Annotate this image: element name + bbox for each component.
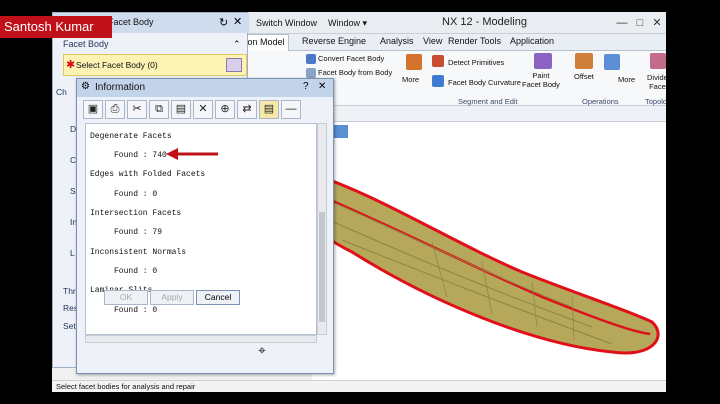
facet-body-section-header[interactable]: Facet Body bbox=[63, 39, 109, 49]
facet-body-from-body-button[interactable]: Facet Body from Body bbox=[318, 68, 392, 77]
side-label-l: L bbox=[70, 248, 75, 258]
paste-icon[interactable]: ▤ bbox=[171, 100, 191, 119]
group-segment-edit: Segment and Edit bbox=[458, 97, 518, 106]
red-arrow-annotation bbox=[166, 148, 218, 160]
graphics-viewport[interactable] bbox=[310, 122, 666, 382]
minimize-icon[interactable]: — bbox=[614, 15, 630, 31]
watermark-label: Santosh Kumar bbox=[0, 16, 112, 38]
paint-facet-body-icon bbox=[534, 53, 552, 69]
scrollbar-thumb[interactable] bbox=[319, 212, 325, 322]
gear-icon: ⚙ bbox=[81, 81, 90, 92]
more-icon-2 bbox=[604, 54, 620, 70]
cut-icon[interactable]: ✂ bbox=[127, 100, 147, 119]
more-button-1[interactable]: More bbox=[402, 75, 419, 84]
info-line-label: Intersection Facets bbox=[90, 209, 182, 218]
chevron-up-icon[interactable]: ⌃ bbox=[233, 39, 241, 50]
delete-icon[interactable]: ✕ bbox=[193, 100, 213, 119]
help-icon[interactable]: ? bbox=[303, 81, 309, 92]
ribbon-tabs: ygon Model Reverse Engine Analysis View … bbox=[234, 34, 666, 51]
convert-facet-body-icon bbox=[306, 54, 316, 64]
information-toolbar: ▣ ⎙ ✂ ⧉ ▤ ✕ ⊕ ⇄ ▤ — bbox=[79, 99, 331, 121]
replace-icon[interactable]: ⇄ bbox=[237, 100, 257, 119]
side-label-set[interactable]: Set bbox=[63, 321, 76, 331]
detect-primitives-button[interactable]: Detect Primitives bbox=[448, 58, 504, 67]
status-text: Select facet bodies for analysis and rep… bbox=[56, 382, 196, 391]
tab-analysis[interactable]: Analysis bbox=[380, 36, 414, 46]
offset-button[interactable]: Offset bbox=[574, 72, 594, 81]
app-title: NX 12 - Modeling bbox=[442, 16, 527, 28]
apply-button[interactable]: Apply bbox=[150, 290, 194, 305]
more-button-2[interactable]: More bbox=[618, 75, 635, 84]
side-label-s: S bbox=[70, 186, 76, 196]
cursor-crosshair-icon: ⌖ bbox=[258, 342, 266, 358]
ok-button[interactable]: OK bbox=[104, 290, 148, 305]
convert-facet-body-button[interactable]: Convert Facet Body bbox=[318, 54, 384, 63]
tab-application[interactable]: Application bbox=[510, 36, 554, 46]
info-line-found: Found : 0 bbox=[114, 190, 158, 199]
detect-primitives-icon bbox=[432, 55, 444, 67]
required-star-icon: ✱ bbox=[66, 59, 76, 71]
more-icon bbox=[406, 54, 422, 70]
tab-render[interactable]: Render bbox=[448, 36, 478, 46]
select-facet-body-row[interactable]: ✱ Select Facet Body (0) bbox=[63, 54, 247, 76]
divide-face-icon bbox=[650, 53, 666, 69]
find-icon[interactable]: ⊕ bbox=[215, 100, 235, 119]
facet-body-curvature-button[interactable]: Facet Body Curvature bbox=[448, 78, 521, 87]
offset-icon bbox=[575, 53, 593, 69]
horizontal-scrollbar[interactable] bbox=[85, 335, 317, 343]
switch-window-button[interactable]: Switch Window bbox=[256, 15, 317, 31]
tab-tools[interactable]: Tools bbox=[480, 36, 501, 46]
print-icon[interactable]: ⎙ bbox=[105, 100, 125, 119]
info-line-found: Found : 740 bbox=[114, 151, 167, 160]
vertical-scrollbar[interactable] bbox=[317, 123, 327, 335]
maximize-icon[interactable]: □ bbox=[632, 15, 648, 31]
cancel-button[interactable]: Cancel bbox=[196, 290, 240, 305]
tab-reverse-engineering[interactable]: Reverse Engine bbox=[302, 36, 366, 46]
minimize-icon[interactable]: — bbox=[281, 100, 301, 119]
info-line-found: Found : 79 bbox=[114, 228, 163, 237]
info-line-label: Inconsistent Normals bbox=[90, 248, 187, 257]
side-label-ch: Ch bbox=[56, 87, 67, 97]
close-icon[interactable]: ✕ bbox=[649, 15, 665, 31]
tab-view[interactable]: View bbox=[423, 36, 442, 46]
info-line-label: Degenerate Facets bbox=[90, 132, 172, 141]
close-icon[interactable]: ✕ bbox=[233, 15, 242, 28]
facet-from-body-icon bbox=[306, 68, 316, 78]
reset-icon[interactable]: ↻ bbox=[219, 16, 228, 29]
close-icon[interactable]: ✕ bbox=[318, 81, 326, 92]
info-line-found: Found : 0 bbox=[114, 267, 158, 276]
facet-body-dialog-title: Facet Body bbox=[108, 17, 154, 27]
divide-face-button[interactable]: Divide Face bbox=[647, 73, 666, 91]
paint-facet-body-button[interactable]: Paint Facet Body bbox=[522, 71, 560, 89]
format-icon[interactable]: ▤ bbox=[259, 100, 279, 119]
group-operations: Operations bbox=[582, 97, 619, 106]
status-bar: Select facet bodies for analysis and rep… bbox=[52, 380, 666, 392]
nx-window: Switch Window Window ▾ NX 12 - Modeling … bbox=[52, 12, 666, 392]
side-label-thr[interactable]: Thr bbox=[63, 286, 76, 296]
facet-body-model bbox=[310, 171, 660, 355]
info-line-found: Found : 0 bbox=[114, 306, 158, 315]
information-dialog-titlebar: ⚙ Information ? ✕ bbox=[77, 79, 333, 97]
information-dialog-title: Information bbox=[95, 82, 146, 93]
select-facet-body-label: Select Facet Body (0) bbox=[76, 60, 158, 70]
info-line-label: Edges with Folded Facets bbox=[90, 170, 206, 179]
facet-body-select-icon[interactable] bbox=[226, 58, 242, 72]
window-menu[interactable]: Window ▾ bbox=[328, 15, 367, 31]
save-icon[interactable]: ▣ bbox=[83, 100, 103, 119]
facet-curvature-icon bbox=[432, 75, 444, 87]
group-topology: Topology Cr... bbox=[645, 97, 666, 106]
copy-icon[interactable]: ⧉ bbox=[149, 100, 169, 119]
information-dialog: ⚙ Information ? ✕ ▣ ⎙ ✂ ⧉ ▤ ✕ ⊕ ⇄ ▤ — De… bbox=[76, 78, 334, 374]
